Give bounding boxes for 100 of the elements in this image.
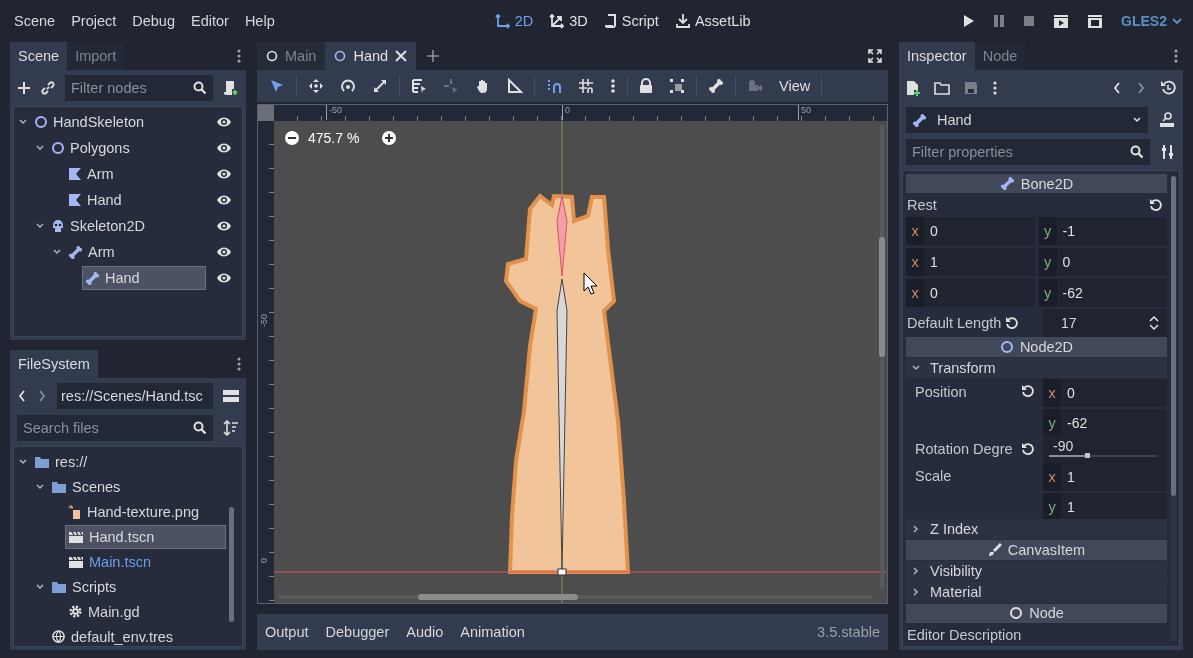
- chevron-down-icon[interactable]: [35, 221, 45, 231]
- scrollbar[interactable]: [1171, 176, 1176, 642]
- spin-box[interactable]: 17: [1043, 309, 1167, 338]
- filter-properties-field[interactable]: Filter properties: [906, 139, 1150, 165]
- value-field[interactable]: 0: [924, 217, 938, 246]
- chevron-right-icon[interactable]: [911, 566, 921, 577]
- bottom-panel-tab[interactable]: Animation: [460, 624, 525, 641]
- folder-icon[interactable]: [934, 81, 950, 95]
- play-custom-scene-icon[interactable]: [1087, 13, 1104, 29]
- workspace-button[interactable]: AssetLib: [667, 9, 758, 33]
- chevron-down-icon[interactable]: [35, 481, 45, 492]
- node-selector[interactable]: Hand: [906, 107, 1148, 133]
- bottom-panel-tab[interactable]: Audio: [406, 624, 444, 641]
- value-field[interactable]: 1: [1061, 462, 1075, 491]
- editor-tab[interactable]: Main: [257, 42, 326, 70]
- property-group[interactable]: Visibility: [906, 560, 1167, 582]
- scrollbar[interactable]: [229, 507, 234, 622]
- chevron-down-icon[interactable]: [35, 581, 45, 592]
- file-item[interactable]: default_env.tres: [48, 624, 226, 649]
- property-group[interactable]: Material: [906, 582, 1167, 603]
- revert-icon[interactable]: [1021, 441, 1035, 456]
- menu-item[interactable]: Editor: [183, 13, 237, 29]
- tree-item[interactable]: Skeleton2D: [48, 214, 206, 238]
- bottom-panel-tab[interactable]: Output: [265, 624, 309, 641]
- tools-icon[interactable]: [1160, 144, 1176, 160]
- play-scene-icon[interactable]: [1053, 13, 1070, 29]
- value-field[interactable]: 1: [924, 248, 938, 277]
- file-item[interactable]: Scenes: [48, 474, 226, 499]
- tree-item[interactable]: Arm: [65, 162, 206, 186]
- dock-tab[interactable]: FileSystem: [10, 350, 98, 378]
- file-item[interactable]: res://: [31, 449, 226, 474]
- chevron-down-icon[interactable]: [18, 117, 28, 127]
- path-field[interactable]: res://Scenes/Hand.tsc: [57, 383, 213, 409]
- chevron-down-icon[interactable]: [35, 143, 45, 153]
- dock-tab[interactable]: Scene: [10, 42, 68, 70]
- eye-icon[interactable]: [216, 116, 232, 128]
- search-files-field[interactable]: Search files: [17, 415, 213, 441]
- pause-icon[interactable]: [993, 14, 1006, 28]
- eye-icon[interactable]: [216, 142, 232, 154]
- kebab-menu-icon[interactable]: [236, 48, 242, 64]
- value-field[interactable]: 0: [1061, 379, 1075, 408]
- value-field[interactable]: 1: [1061, 492, 1075, 521]
- workspace-button[interactable]: 2D: [487, 9, 541, 33]
- chevron-down-icon[interactable]: [911, 362, 921, 373]
- menu-item[interactable]: Help: [236, 13, 283, 29]
- chevron-right-icon[interactable]: [911, 524, 921, 535]
- eye-icon[interactable]: [216, 272, 232, 284]
- tree-item[interactable]: HandSkeleton: [31, 110, 206, 134]
- dock-tab[interactable]: Import: [67, 42, 125, 70]
- tree-item[interactable]: Hand: [82, 266, 206, 290]
- save-icon[interactable]: [964, 81, 978, 95]
- kebab-menu-icon[interactable]: [992, 80, 998, 96]
- dock-tab[interactable]: Node: [974, 42, 1026, 70]
- menu-item[interactable]: Project: [63, 13, 125, 29]
- history-icon[interactable]: [1160, 80, 1176, 96]
- fullscreen-icon[interactable]: [868, 48, 882, 63]
- slider-handle[interactable]: [1084, 452, 1090, 458]
- eye-icon[interactable]: [216, 168, 232, 180]
- kebab-menu-icon[interactable]: [1173, 48, 1179, 64]
- kebab-menu-icon[interactable]: [236, 356, 242, 372]
- close-icon[interactable]: [395, 49, 408, 62]
- stop-icon[interactable]: [1023, 15, 1036, 27]
- file-item[interactable]: Main.tscn: [65, 549, 226, 574]
- filter-nodes-field[interactable]: Filter nodes: [65, 75, 213, 101]
- workspace-button[interactable]: Script: [596, 9, 666, 33]
- eye-icon[interactable]: [216, 194, 232, 206]
- editor-tab[interactable]: Hand: [325, 42, 417, 70]
- workspace-button[interactable]: 3D: [542, 9, 595, 33]
- eye-icon[interactable]: [216, 220, 232, 232]
- value-field[interactable]: 0: [1056, 248, 1071, 277]
- property-group[interactable]: Transform: [906, 357, 1167, 379]
- chevron-right-icon[interactable]: [911, 587, 921, 598]
- chevron-down-icon[interactable]: [18, 456, 28, 467]
- slider-track[interactable]: [1049, 454, 1157, 457]
- value-field[interactable]: 0: [924, 279, 938, 308]
- property-group[interactable]: Z Index: [906, 519, 1167, 540]
- zoom-level[interactable]: 475.7 %: [308, 129, 360, 146]
- value-field[interactable]: -62: [1061, 409, 1088, 438]
- file-item[interactable]: Scripts: [48, 574, 226, 599]
- eye-icon[interactable]: [216, 246, 232, 258]
- tree-item[interactable]: Arm: [65, 240, 206, 264]
- scroll-add-icon[interactable]: [223, 80, 239, 96]
- new-resource-icon[interactable]: [906, 80, 920, 96]
- dock-tab[interactable]: Inspector: [899, 42, 975, 70]
- revert-icon[interactable]: [1005, 316, 1020, 331]
- value-field[interactable]: -62: [1056, 279, 1083, 308]
- file-item[interactable]: Hand.tscn: [65, 524, 226, 549]
- value-field[interactable]: -1: [1056, 217, 1075, 246]
- split-view-icon[interactable]: [223, 389, 239, 403]
- plus-icon[interactable]: [426, 48, 441, 63]
- menu-item[interactable]: Scene: [6, 13, 64, 29]
- sort-icon[interactable]: [223, 420, 239, 436]
- renderer-dropdown[interactable]: GLES2: [1121, 13, 1187, 29]
- tree-item[interactable]: Hand: [65, 188, 206, 212]
- file-item[interactable]: Hand-texture.png: [65, 499, 226, 524]
- menu-item[interactable]: Debug: [124, 13, 183, 29]
- file-item[interactable]: Main.gd: [65, 599, 226, 624]
- horizontal-scrollbar[interactable]: [278, 595, 873, 600]
- chevron-down-icon[interactable]: [52, 247, 62, 257]
- revert-icon[interactable]: [1149, 198, 1163, 213]
